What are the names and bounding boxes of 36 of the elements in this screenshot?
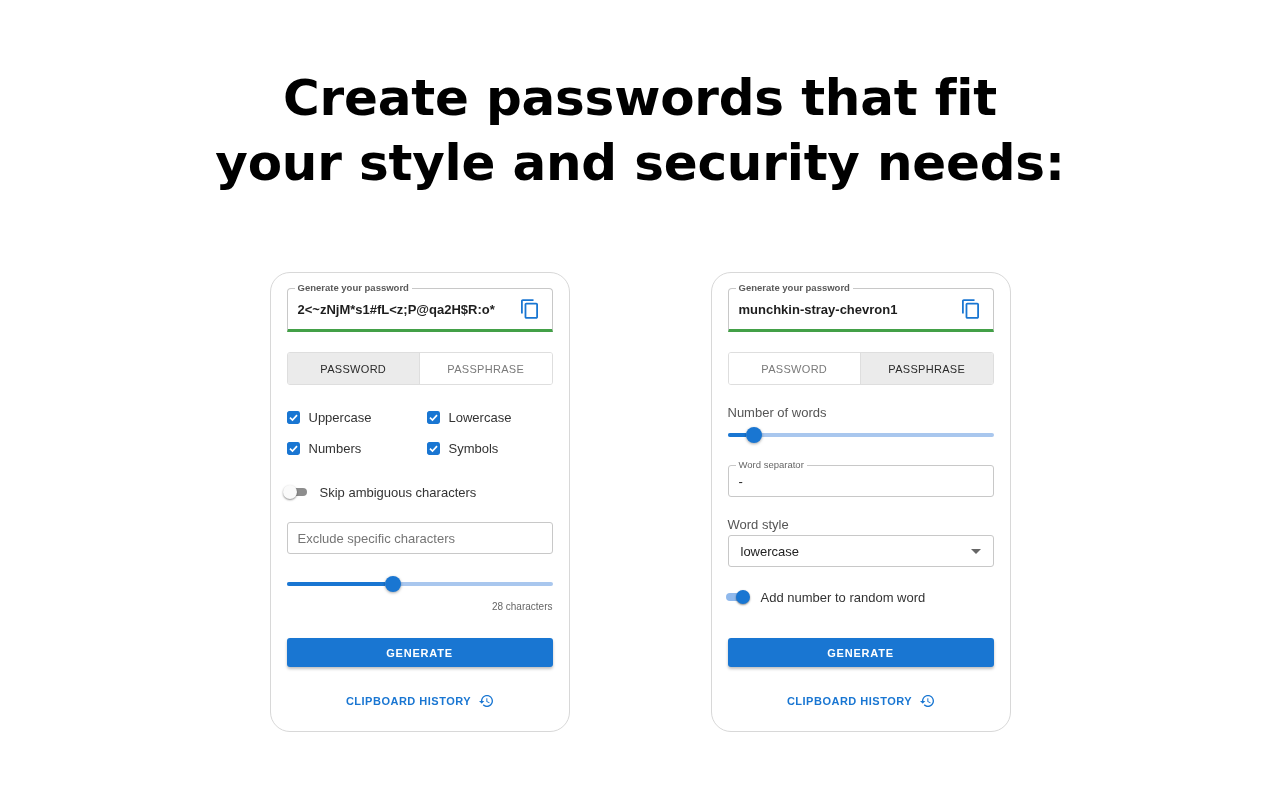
toggle-label: Skip ambiguous characters	[319, 484, 477, 500]
clipboard-history-link[interactable]: CLIPBOARD HISTORY	[786, 691, 935, 711]
field-label: Generate your password	[294, 282, 412, 294]
checkbox-label: Numbers	[308, 440, 362, 456]
dropdown-select[interactable]: lowercase	[727, 535, 994, 567]
mode-tab[interactable]: PASSPHRASE	[419, 353, 552, 384]
checkbox-label: Symbols	[448, 440, 499, 456]
checkbox[interactable]	[286, 410, 300, 424]
slider-track[interactable]	[727, 433, 994, 437]
select-label: Word style	[727, 517, 790, 533]
toggle-label: Add number to random word	[760, 589, 926, 605]
page-headline: Create passwords that fit your style and security needs:	[215, 68, 1065, 194]
mode-tab[interactable]: PASSWORD	[287, 353, 419, 384]
text-field[interactable]: Exclude specific characters	[286, 522, 553, 554]
slider-label: Number of words	[727, 405, 828, 421]
caret-icon	[970, 548, 981, 554]
checkbox[interactable]	[426, 441, 440, 455]
checkbox[interactable]	[286, 441, 300, 455]
mode-tab[interactable]: PASSPHRASE	[860, 353, 993, 384]
checkbox-label: Uppercase	[308, 409, 372, 425]
checkbox-label: Lowercase	[448, 409, 512, 425]
copy-icon[interactable]	[520, 299, 538, 319]
checkbox[interactable]	[426, 410, 440, 424]
field-label: Generate your password	[735, 282, 853, 294]
generate-button[interactable]: GENERATE	[727, 638, 994, 667]
generate-button[interactable]: GENERATE	[286, 638, 553, 667]
toggle-switch[interactable]	[282, 485, 309, 499]
field-label: Word separator	[735, 459, 807, 471]
history-icon	[479, 695, 494, 707]
slider-thumb[interactable]	[746, 427, 763, 443]
slider-reading: 28 characters	[490, 601, 553, 613]
slider-track[interactable]	[286, 582, 553, 586]
slider-thumb[interactable]	[384, 576, 401, 592]
copy-icon[interactable]	[961, 299, 979, 319]
history-icon	[920, 695, 935, 707]
clipboard-history-link[interactable]: CLIPBOARD HISTORY	[345, 691, 494, 711]
